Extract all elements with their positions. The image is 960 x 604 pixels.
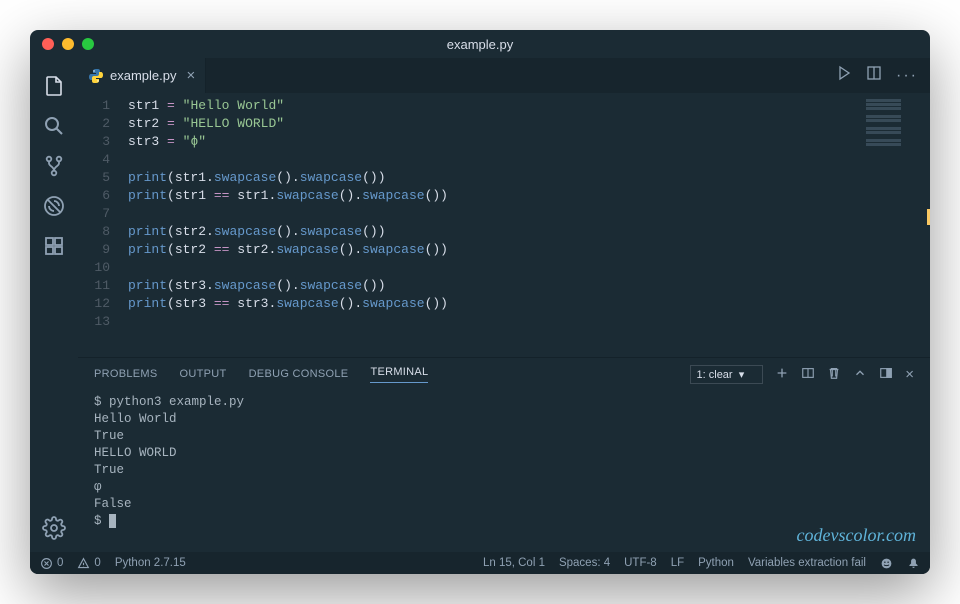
line-number: 8 xyxy=(78,223,128,241)
tab-close-icon[interactable]: × xyxy=(186,67,195,84)
kill-terminal-icon[interactable] xyxy=(827,366,841,383)
panel-tabs: PROBLEMS OUTPUT DEBUG CONSOLE TERMINAL 1… xyxy=(78,358,930,390)
editor-actions: ··· xyxy=(836,58,930,93)
split-editor-icon[interactable] xyxy=(866,65,882,86)
code-line: 3str3 = "ϕ" xyxy=(78,133,860,151)
editor-area: 1str1 = "Hello World"2str2 = "HELLO WORL… xyxy=(78,93,930,357)
settings-gear-icon[interactable] xyxy=(30,508,78,548)
tab-output[interactable]: OUTPUT xyxy=(180,368,227,380)
new-terminal-icon[interactable] xyxy=(775,366,789,383)
line-number: 13 xyxy=(78,313,128,331)
line-number: 7 xyxy=(78,205,128,223)
line-number: 2 xyxy=(78,115,128,133)
close-panel-icon[interactable]: × xyxy=(905,366,914,383)
status-eol[interactable]: LF xyxy=(671,557,684,569)
source-control-icon[interactable] xyxy=(30,146,78,186)
panel-layout-icon[interactable] xyxy=(879,366,893,383)
main: example.py × ··· 1str1 = "Hello World"2s… xyxy=(78,58,930,552)
code-line: 4 xyxy=(78,151,860,169)
status-warnings[interactable]: 0 xyxy=(77,557,100,570)
window-title: example.py xyxy=(30,37,930,52)
code-line: 12print(str3 == str3.swapcase().swapcase… xyxy=(78,295,860,313)
search-icon[interactable] xyxy=(30,106,78,146)
split-terminal-icon[interactable] xyxy=(801,366,815,383)
tab-filename: example.py xyxy=(110,68,176,83)
code-line: 8print(str2.swapcase().swapcase()) xyxy=(78,223,860,241)
activity-bar xyxy=(30,58,78,552)
status-errors[interactable]: 0 xyxy=(40,557,63,570)
terminal-line: $ python3 example.py xyxy=(94,394,914,411)
titlebar: example.py xyxy=(30,30,930,58)
status-bar: 0 0 Python 2.7.15 Ln 15, Col 1 Spaces: 4… xyxy=(30,552,930,574)
tab-debug-console[interactable]: DEBUG CONSOLE xyxy=(249,368,349,380)
code-line: 6print(str1 == str1.swapcase().swapcase(… xyxy=(78,187,860,205)
editor-tab[interactable]: example.py × xyxy=(78,58,206,93)
maximize-window-button[interactable] xyxy=(82,38,94,50)
close-window-button[interactable] xyxy=(42,38,54,50)
status-cursor-position[interactable]: Ln 15, Col 1 xyxy=(483,557,545,569)
status-message[interactable]: Variables extraction fail xyxy=(748,557,866,569)
terminal-line: $ xyxy=(94,513,914,530)
code-line: 7 xyxy=(78,205,860,223)
python-file-icon xyxy=(88,68,104,84)
explorer-icon[interactable] xyxy=(30,66,78,106)
code-line: 13 xyxy=(78,313,860,331)
scroll-marker xyxy=(927,209,930,225)
status-indentation[interactable]: Spaces: 4 xyxy=(559,557,610,569)
status-encoding[interactable]: UTF-8 xyxy=(624,557,657,569)
line-number: 11 xyxy=(78,277,128,295)
line-number: 5 xyxy=(78,169,128,187)
line-number: 3 xyxy=(78,133,128,151)
more-actions-icon[interactable]: ··· xyxy=(896,67,918,85)
debug-icon[interactable] xyxy=(30,186,78,226)
line-number: 1 xyxy=(78,97,128,115)
line-number: 4 xyxy=(78,151,128,169)
window: example.py xyxy=(30,30,930,574)
line-number: 6 xyxy=(78,187,128,205)
terminal-line: Hello World xyxy=(94,411,914,428)
bottom-panel: PROBLEMS OUTPUT DEBUG CONSOLE TERMINAL 1… xyxy=(78,357,930,552)
line-number: 10 xyxy=(78,259,128,277)
code-line: 10 xyxy=(78,259,860,277)
terminal-cursor xyxy=(109,514,116,528)
run-icon[interactable] xyxy=(836,65,852,86)
tab-bar: example.py × ··· xyxy=(78,58,930,93)
line-number: 12 xyxy=(78,295,128,313)
terminal-line: False xyxy=(94,496,914,513)
traffic-lights xyxy=(42,38,94,50)
minimize-window-button[interactable] xyxy=(62,38,74,50)
terminal-output[interactable]: $ python3 example.pyHello WorldTrueHELLO… xyxy=(78,390,930,552)
minimap[interactable] xyxy=(860,93,930,357)
code-line: 1str1 = "Hello World" xyxy=(78,97,860,115)
status-feedback-icon[interactable] xyxy=(880,557,893,570)
terminal-line: φ xyxy=(94,479,914,496)
terminal-line: HELLO WORLD xyxy=(94,445,914,462)
code-line: 9print(str2 == str2.swapcase().swapcase(… xyxy=(78,241,860,259)
code-line: 2str2 = "HELLO WORLD" xyxy=(78,115,860,133)
extensions-icon[interactable] xyxy=(30,226,78,266)
tab-terminal[interactable]: TERMINAL xyxy=(370,366,428,383)
terminal-line: True xyxy=(94,428,914,445)
status-python-version[interactable]: Python 2.7.15 xyxy=(115,557,186,569)
code-line: 11print(str3.swapcase().swapcase()) xyxy=(78,277,860,295)
tab-problems[interactable]: PROBLEMS xyxy=(94,368,158,380)
line-number: 9 xyxy=(78,241,128,259)
terminal-selector[interactable]: 1: clear ▾ xyxy=(690,365,764,384)
code-line: 5print(str1.swapcase().swapcase()) xyxy=(78,169,860,187)
status-language[interactable]: Python xyxy=(698,557,734,569)
terminal-line: True xyxy=(94,462,914,479)
code-editor[interactable]: 1str1 = "Hello World"2str2 = "HELLO WORL… xyxy=(78,93,860,357)
maximize-panel-icon[interactable] xyxy=(853,366,867,383)
body: example.py × ··· 1str1 = "Hello World"2s… xyxy=(30,58,930,552)
status-bell-icon[interactable] xyxy=(907,557,920,570)
